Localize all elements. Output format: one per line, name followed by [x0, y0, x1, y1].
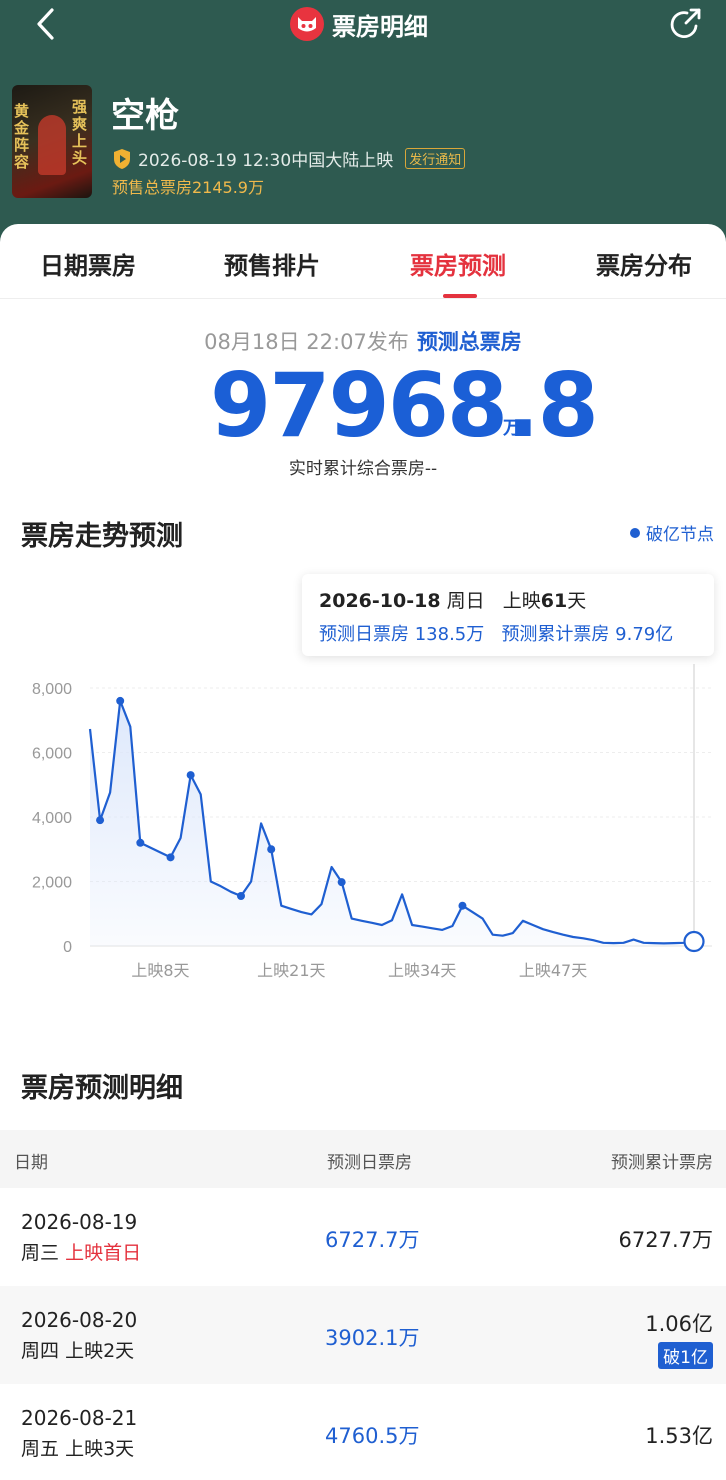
tab-daily-box-office[interactable]: 日期票房 — [40, 246, 136, 281]
x-tick-label: 上映8天 — [131, 961, 189, 980]
x-tick-label: 上映47天 — [519, 961, 587, 980]
chart-title: 票房走势预测 — [21, 521, 183, 552]
data-point-marker — [116, 696, 125, 705]
row-cumulative: 6727.7万 — [618, 1228, 713, 1252]
col-header-daily: 预测日票房 — [327, 1153, 412, 1173]
forecast-total-unit: 万 — [503, 418, 521, 439]
row-day-info: 周四 上映2天 — [21, 1340, 135, 1362]
data-point-marker — [136, 838, 145, 847]
row-daily: 4760.5万 — [325, 1424, 420, 1448]
row-day-info: 周三 上映首日 — [21, 1242, 142, 1264]
share-icon[interactable] — [666, 4, 706, 44]
x-tick-label: 上映34天 — [388, 961, 456, 980]
content-card: 日期票房 预售排片 票房预测 票房分布 08月18日 22:07发布 预测总票房 … — [0, 224, 726, 1480]
movie-poster[interactable]: 黄金阵容 强爽上头 — [12, 85, 92, 198]
page-title: 票房明细 — [332, 12, 428, 41]
shield-icon — [114, 148, 130, 169]
nav-title-group: 票房明细 — [290, 4, 428, 44]
tooltip-date: 2026-10-18 — [319, 590, 441, 612]
data-point-marker — [166, 853, 175, 862]
chevron-left-icon[interactable] — [30, 4, 64, 44]
row-date: 2026-08-19 — [21, 1210, 138, 1234]
forecast-publish-row: 08月18日 22:07发布 预测总票房 — [0, 326, 726, 356]
movie-title: 空枪 — [111, 96, 179, 136]
data-point-marker — [337, 878, 346, 887]
maoyan-cat-logo-icon — [290, 7, 324, 41]
tooltip-day-prefix: 上映 — [502, 590, 541, 612]
poster-text-left: 黄金阵容 — [14, 102, 30, 171]
legend-dot-icon — [630, 527, 640, 538]
tooltip-daily: 预测日票房 138.5万 — [319, 624, 485, 645]
data-point-marker — [237, 892, 245, 901]
poster-text-right: 强爽上头 — [72, 98, 88, 167]
x-tick-label: 上映21天 — [257, 961, 325, 980]
row-day-info: 周五 上映3天 — [21, 1438, 135, 1460]
tooltip-day-suffix: 天 — [567, 590, 587, 612]
release-info: 2026-08-19 12:30中国大陆上映 — [138, 151, 394, 171]
table-row[interactable]: 2026-08-21 周五 上映3天 4760.5万 1.53亿 — [0, 1384, 726, 1480]
milestone-badge: 破1亿 — [658, 1342, 713, 1369]
y-tick-label: 8,000 — [32, 681, 72, 698]
tooltip-values-row: 预测日票房 138.5万 预测累计票房 9.79亿 — [319, 620, 673, 646]
row-daily: 6727.7万 — [325, 1228, 420, 1252]
col-header-date: 日期 — [14, 1153, 48, 1173]
active-tab-indicator — [443, 294, 477, 298]
forecast-total-label: 预测总票房 — [416, 330, 522, 354]
y-tick-label: 0 — [63, 939, 72, 956]
col-header-cumulative: 预测累计票房 — [611, 1153, 713, 1173]
tooltip-day-num: 61 — [540, 590, 568, 612]
presale-total: 预售总票房2145.9万 — [112, 178, 264, 197]
data-point-marker — [186, 771, 195, 780]
tab-box-office-distribution[interactable]: 票房分布 — [596, 246, 692, 281]
row-date: 2026-08-20 — [21, 1308, 138, 1332]
tab-box-office-forecast[interactable]: 票房预测 — [410, 246, 506, 281]
movie-header: 票房明细 黄金阵容 强爽上头 空枪 2026-08-19 12:30中国大陆上映… — [0, 0, 726, 250]
data-point-marker — [267, 845, 276, 854]
tooltip-date-row: 2026-10-18 周日 上映61天 — [319, 586, 586, 613]
y-tick-label: 4,000 — [32, 810, 72, 827]
forecast-line-chart[interactable]: 0 2,000 4,000 6,000 8,000 上映8天 上映21天 上映34天 上映47天 — [0, 664, 726, 994]
table-row[interactable]: 2026-08-19 周三 上映首日 6727.7万 6727.7万 — [0, 1188, 726, 1286]
row-cumulative: 1.53亿 — [645, 1424, 713, 1448]
table-row[interactable]: 2026-08-20 周四 上映2天 3902.1万 1.06亿 破1亿 — [0, 1286, 726, 1384]
release-notice-badge[interactable]: 发行通知 — [405, 148, 466, 169]
tooltip-cumulative: 预测累计票房 9.79亿 — [501, 624, 674, 645]
chart-tooltip: 2026-10-18 周日 上映61天 预测日票房 138.5万 预测累计票房 … — [302, 574, 714, 656]
y-tick-label: 2,000 — [32, 875, 72, 892]
data-point-marker — [96, 816, 105, 825]
series-area — [90, 700, 694, 946]
row-cumulative: 1.06亿 — [645, 1312, 713, 1336]
legend-label: 破亿节点 — [646, 525, 714, 545]
publish-time: 08月18日 22:07发布 — [204, 330, 409, 354]
row-date: 2026-08-21 — [21, 1406, 138, 1430]
chart-legend: 破亿节点 — [630, 520, 714, 545]
realtime-cumulative: 实时累计综合票房-- — [288, 459, 438, 479]
highlighted-point — [683, 930, 705, 953]
table-header: 日期 预测日票房 预测累计票房 — [0, 1130, 726, 1188]
release-info-row: 2026-08-19 12:30中国大陆上映 发行通知 — [112, 146, 466, 171]
tab-bar: 日期票房 预售排片 票房预测 票房分布 — [0, 224, 726, 299]
y-tick-label: 6,000 — [32, 746, 72, 763]
forecast-total-value: 97968.8 — [210, 354, 599, 457]
data-point-marker — [458, 901, 467, 910]
tooltip-weekday: 周日 — [446, 590, 485, 612]
row-daily: 3902.1万 — [325, 1326, 420, 1350]
tab-presale-schedule[interactable]: 预售排片 — [224, 246, 320, 281]
detail-title: 票房预测明细 — [21, 1073, 183, 1104]
